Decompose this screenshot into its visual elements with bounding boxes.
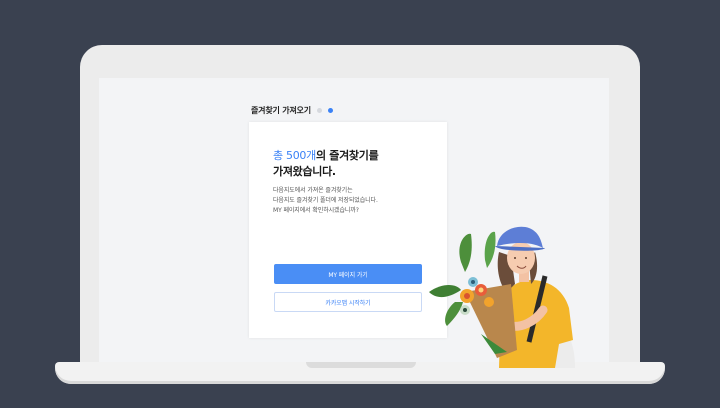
headline: 총 500개의 즐겨찾기를 가져왔습니다. [273,148,443,180]
step-indicator: 즐겨찾기 가져오기 [251,103,333,117]
description-line-3: MY 페이지에서 확인하시겠습니까? [273,207,359,214]
start-kakaomap-button[interactable]: 카카오맵 시작하기 [274,292,422,312]
import-result-card: 총 500개의 즐겨찾기를 가져왔습니다. 다음지도에서 가져온 즐겨찾기는 다… [249,122,447,338]
step-dot-2-active [327,107,333,113]
laptop-notch [306,362,416,368]
step-dot-1 [316,107,322,113]
headline-line2: 가져왔습니다. [273,165,336,178]
headline-rest: 의 즐겨찾기를 [315,149,379,162]
headline-count: 총 500개 [273,149,316,162]
my-page-button[interactable]: MY 페이지 가기 [274,264,422,284]
description: 다음지도에서 가져온 즐겨찾기는 다음지도 즐겨찾기 폴더에 저장되었습니다. … [273,186,443,216]
description-line-1: 다음지도에서 가져온 즐겨찾기는 [273,187,353,194]
person-holding-flowers-icon [429,226,575,368]
description-line-2: 다음지도 즐겨찾기 폴더에 저장되었습니다. [273,197,378,204]
step-title: 즐겨찾기 가져오기 [251,105,311,115]
